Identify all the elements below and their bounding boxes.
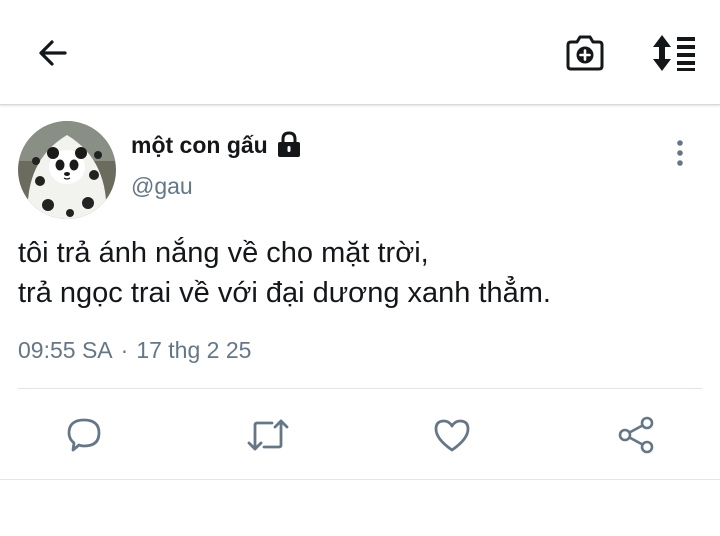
bottom-divider — [0, 479, 720, 480]
like-button[interactable] — [430, 413, 474, 457]
display-name[interactable]: một con gấu — [131, 132, 268, 159]
back-button[interactable] — [30, 30, 76, 76]
tweet-text: tôi trả ánh nắng về cho mặt trời, trả ng… — [18, 233, 708, 313]
tweet-detail: một con gấu @gau tôi trả ánh nắng về cho… — [0, 105, 720, 479]
avatar[interactable] — [18, 121, 116, 219]
camera-button[interactable] — [560, 30, 610, 76]
retweet-icon — [247, 419, 289, 451]
tweet-date: 17 thg 2 25 — [136, 337, 252, 363]
heart-icon — [434, 419, 470, 452]
author-row: một con gấu — [131, 131, 302, 159]
more-options-button[interactable] — [664, 137, 696, 169]
divider — [18, 388, 702, 389]
tweet-text-line: tôi trả ánh nắng về cho mặt trời, — [18, 237, 429, 269]
sort-list-icon — [653, 35, 695, 71]
panda-avatar-image — [18, 121, 116, 219]
tweet-text-line: trả ngọc trai về với đại dương xanh thẳm… — [18, 277, 551, 309]
meta-separator: · — [120, 337, 129, 363]
lock-icon — [276, 131, 302, 159]
sort-button[interactable] — [646, 30, 702, 76]
camera-plus-icon — [566, 35, 604, 71]
share-button[interactable] — [614, 413, 658, 457]
reply-icon — [67, 418, 101, 452]
arrow-left-icon — [39, 40, 67, 66]
reply-button[interactable] — [62, 413, 106, 457]
share-icon — [618, 416, 654, 454]
more-vertical-icon — [677, 140, 683, 166]
user-handle[interactable]: @gau — [131, 173, 193, 200]
tweet-time: 09:55 SA — [18, 337, 113, 363]
top-app-bar — [0, 0, 720, 105]
tweet-timestamp: 09:55 SA · 17 thg 2 25 — [18, 337, 251, 364]
retweet-button[interactable] — [246, 413, 290, 457]
